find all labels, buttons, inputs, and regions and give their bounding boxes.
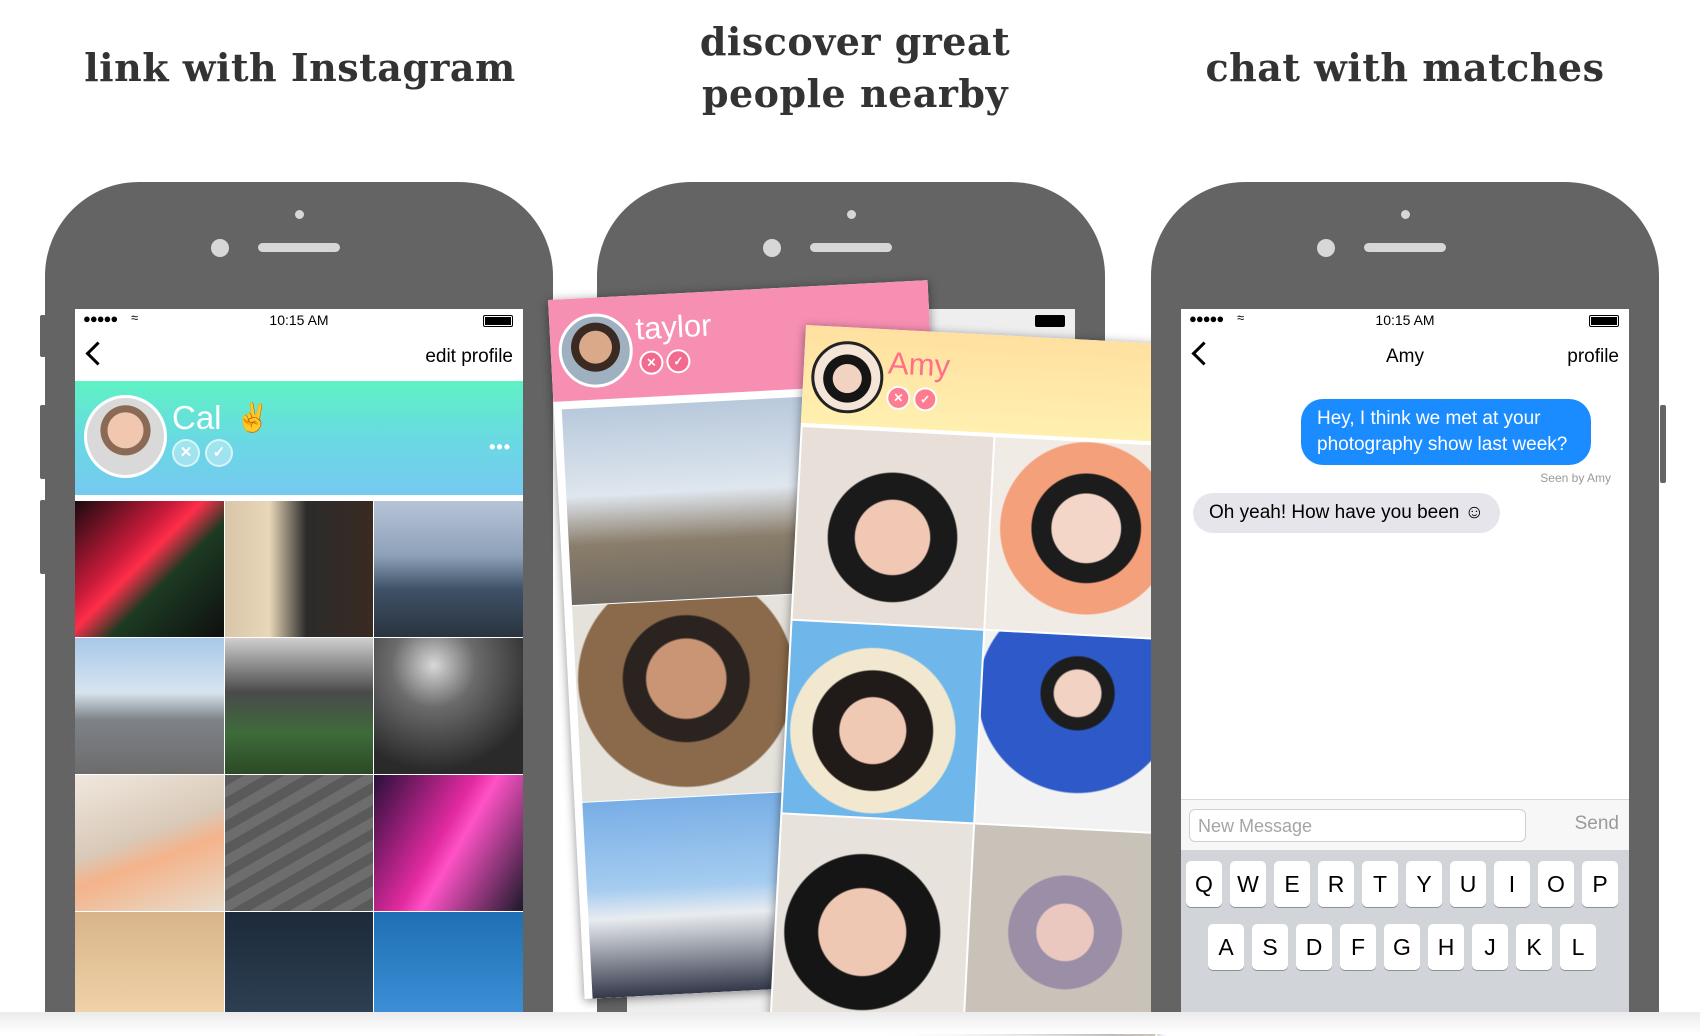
photo-tile[interactable] (975, 630, 1176, 833)
profile-name: Amy (887, 345, 951, 384)
read-receipt: Seen by Amy (1540, 471, 1611, 485)
accept-icon[interactable]: ✓ (205, 439, 233, 467)
phone-sensor (295, 210, 304, 219)
photo-tile[interactable] (75, 501, 224, 637)
profile-screen: ●●●●● ≈ 10:15 AM edit profile Cal ✌ ✕ ✓ … (75, 309, 523, 1012)
photo-tile[interactable] (224, 638, 374, 774)
key-y[interactable]: Y (1406, 861, 1442, 907)
battery-icon (1589, 315, 1619, 327)
photo-grid (771, 426, 1187, 1036)
keyboard-row-1: Q W E R T Y U I O P (1181, 861, 1629, 907)
photo-tile[interactable] (374, 775, 523, 911)
key-p[interactable]: P (1582, 861, 1618, 907)
status-bar: ●●●●● ≈ 10:15 AM (1181, 309, 1629, 331)
photo-tile[interactable] (374, 912, 523, 1012)
back-chevron-icon[interactable] (85, 341, 110, 366)
phone-profile: ●●●●● ≈ 10:15 AM edit profile Cal ✌ ✕ ✓ … (45, 182, 553, 1012)
headline-chat-matches: chat with matches (1205, 45, 1605, 90)
floor-shadow (0, 1012, 1700, 1034)
key-o[interactable]: O (1538, 861, 1574, 907)
phone-speaker (1364, 243, 1446, 252)
message-outgoing: Hey, I think we met at your photography … (1301, 399, 1591, 465)
photo-tile[interactable] (224, 501, 374, 637)
send-button[interactable]: Send (1575, 813, 1619, 835)
edit-profile-button[interactable]: edit profile (425, 346, 513, 368)
battery-icon (483, 315, 513, 327)
phone-camera (1317, 239, 1335, 257)
key-k[interactable]: K (1516, 924, 1552, 970)
profile-card-amy[interactable]: Amy ✕ ✓ ••• (769, 325, 1194, 1036)
message-line: photography show last week? (1317, 434, 1568, 455)
key-e[interactable]: E (1274, 861, 1310, 907)
message-input-placeholder: New Message (1198, 816, 1313, 836)
key-w[interactable]: W (1230, 861, 1266, 907)
photo-tile[interactable] (792, 426, 994, 629)
photo-tile[interactable] (782, 620, 984, 823)
status-time: 10:15 AM (1375, 312, 1435, 328)
status-bar: ●●●●● ≈ 10:15 AM (75, 309, 523, 331)
photo-tile[interactable] (224, 775, 374, 911)
photo-tile[interactable] (561, 396, 817, 606)
phone-camera (763, 239, 781, 257)
key-q[interactable]: Q (1186, 861, 1222, 907)
peace-emoji-icon: ✌ (235, 402, 270, 433)
message-incoming: Oh yeah! How have you been ☺ (1193, 493, 1501, 533)
headline-discover-line1: discover great (699, 19, 1011, 64)
phone-speaker (810, 243, 892, 252)
phone-power-button (1660, 405, 1666, 483)
key-t[interactable]: T (1362, 861, 1398, 907)
key-u[interactable]: U (1450, 861, 1486, 907)
key-i[interactable]: I (1494, 861, 1530, 907)
message-line: Hey, I think we met at your (1317, 408, 1541, 429)
more-options-icon[interactable]: ••• (489, 437, 511, 458)
key-h[interactable]: H (1428, 924, 1464, 970)
battery-icon (1035, 315, 1065, 327)
nav-bar: edit profile (75, 331, 523, 381)
message-input[interactable]: New Message (1189, 809, 1526, 842)
phone-chat: ●●●●● ≈ 10:15 AM Amy profile Hey, I thin… (1151, 182, 1659, 1012)
keyboard: Q W E R T Y U I O P A S D F G H J K L (1181, 850, 1629, 1012)
photo-tile[interactable] (224, 912, 374, 1012)
nav-bar: Amy profile (1181, 331, 1629, 381)
key-g[interactable]: G (1384, 924, 1420, 970)
phone-speaker (258, 243, 340, 252)
profile-name: taylor (634, 307, 713, 347)
photo-tile[interactable] (964, 824, 1166, 1036)
avatar[interactable] (84, 395, 167, 478)
key-j[interactable]: J (1472, 924, 1508, 970)
key-r[interactable]: R (1318, 861, 1354, 907)
profile-link[interactable]: profile (1567, 346, 1619, 368)
key-s[interactable]: S (1252, 924, 1288, 970)
photo-tile[interactable] (771, 814, 974, 1031)
key-f[interactable]: F (1340, 924, 1376, 970)
phone-camera (211, 239, 229, 257)
chat-screen: ●●●●● ≈ 10:15 AM Amy profile Hey, I thin… (1181, 309, 1629, 1012)
keyboard-row-2: A S D F G H J K L (1181, 924, 1629, 970)
photo-tile[interactable] (374, 501, 523, 637)
photo-tile[interactable] (75, 638, 224, 774)
key-l[interactable]: L (1560, 924, 1596, 970)
reject-icon[interactable]: ✕ (172, 439, 200, 467)
headline-link-instagram: link with Instagram (84, 45, 516, 90)
phone-sensor (847, 210, 856, 219)
profile-name: Cal (172, 399, 222, 436)
headline-discover-line2: people nearby (701, 71, 1009, 116)
chat-title: Amy (1386, 346, 1424, 367)
photo-tile[interactable] (75, 912, 224, 1012)
message-text: Oh yeah! How have you been ☺ (1209, 502, 1485, 523)
photo-tile[interactable] (374, 638, 523, 774)
status-time: 10:15 AM (269, 312, 329, 328)
key-d[interactable]: D (1296, 924, 1332, 970)
photo-tile[interactable] (75, 775, 224, 911)
profile-header: Cal ✌ ✕ ✓ ••• (75, 381, 523, 495)
key-a[interactable]: A (1208, 924, 1244, 970)
photo-grid (75, 501, 523, 1012)
phone-sensor (1401, 210, 1410, 219)
headline-discover: discover great people nearby (600, 16, 1110, 120)
compose-bar: New Message Send (1181, 799, 1629, 851)
